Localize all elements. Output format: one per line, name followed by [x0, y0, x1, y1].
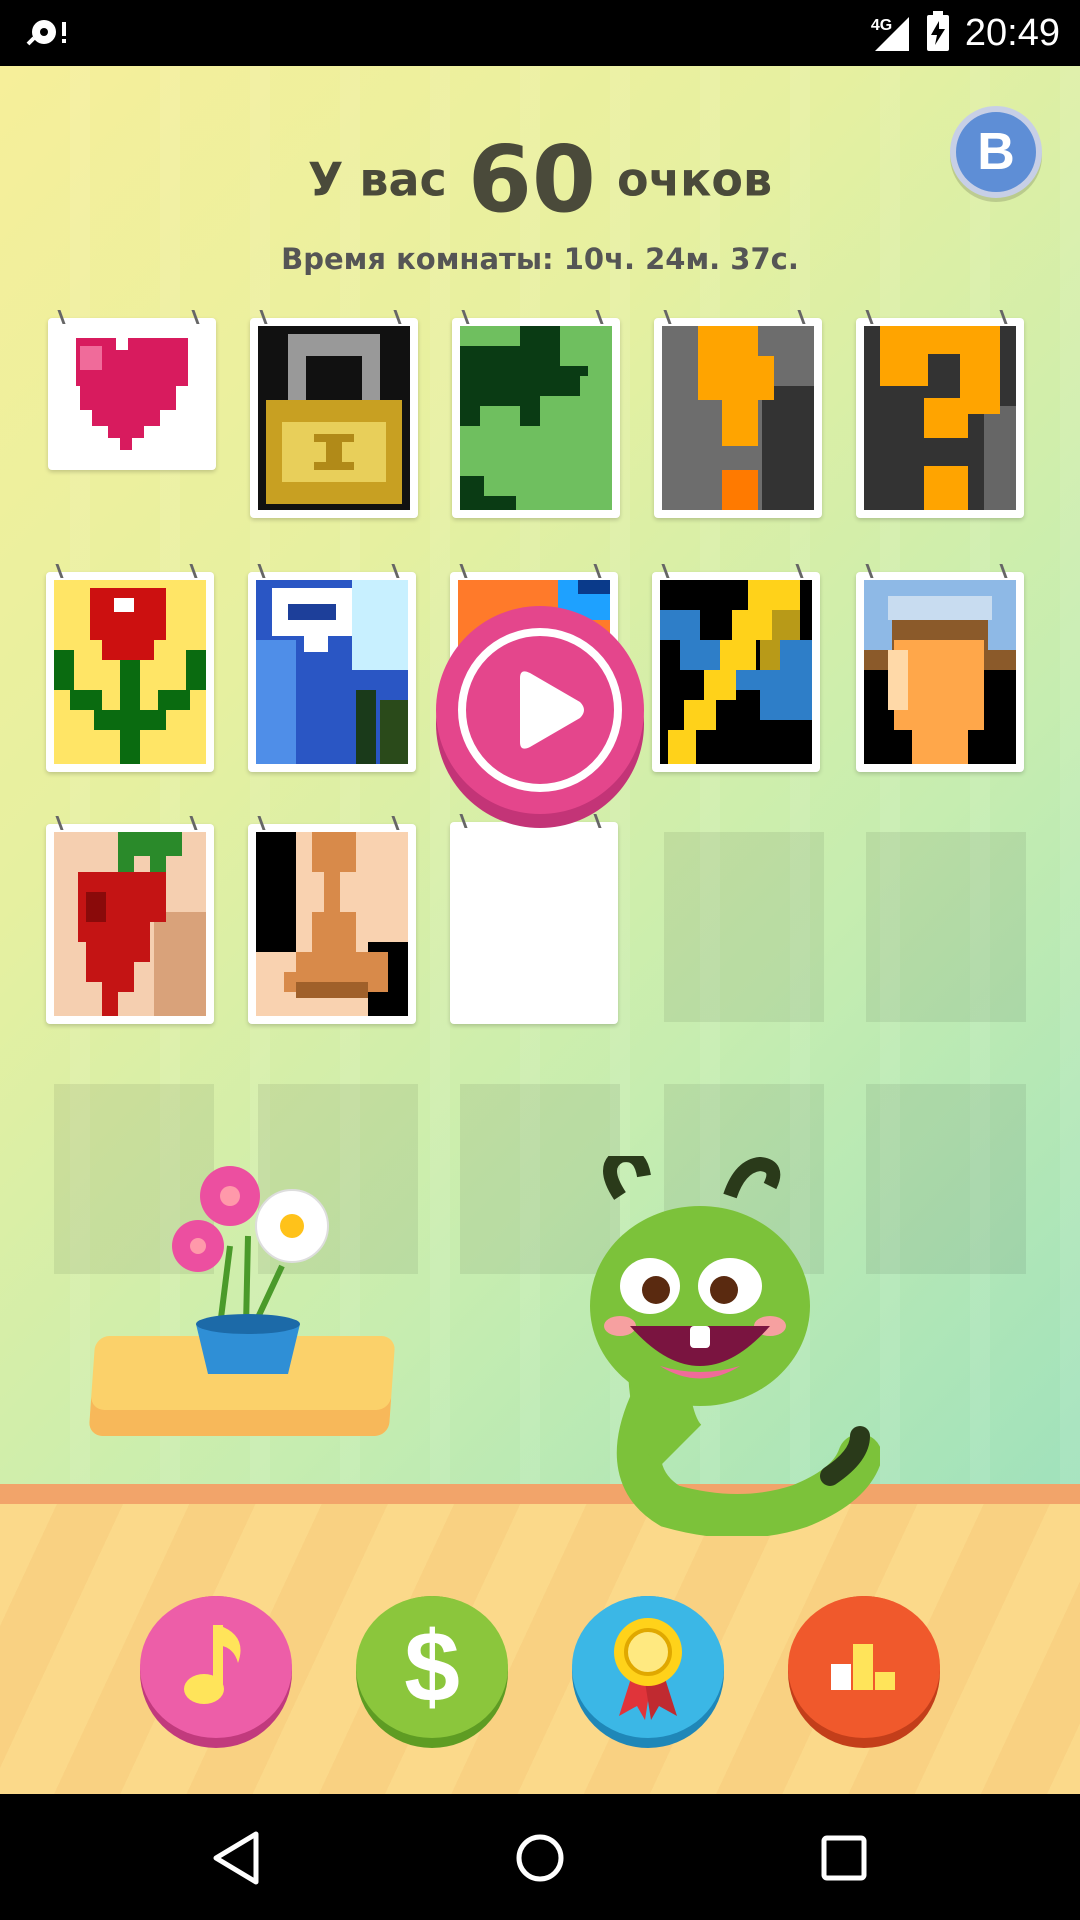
score-value: 60 — [467, 126, 596, 233]
picture-tile-vase[interactable] — [856, 564, 1024, 772]
shop-label: $ — [356, 1596, 508, 1738]
leaderboard-icon — [831, 1644, 895, 1690]
rose-icon — [54, 580, 206, 764]
empty-slot — [866, 1084, 1026, 1274]
picture-tile-rose[interactable] — [46, 564, 214, 772]
lock-icon — [258, 326, 410, 510]
music-button-face — [140, 1596, 292, 1738]
picture-tile-leaf[interactable] — [452, 310, 620, 518]
flower-pot-icon — [172, 1166, 329, 1374]
exclamation-icon — [662, 326, 814, 510]
clock: 20:49 — [964, 11, 1060, 54]
vase-icon — [864, 580, 1016, 764]
chess-pawn-icon — [256, 832, 408, 1016]
blue-shapes-icon — [256, 580, 408, 764]
achievements-button[interactable] — [572, 1596, 724, 1748]
picture-tile-heart[interactable] — [48, 310, 216, 470]
notification-icon — [26, 14, 70, 50]
shop-button[interactable]: $ — [356, 1596, 508, 1748]
status-bar: 4G 20:49 — [0, 0, 1080, 66]
leaderboard-button-face — [788, 1596, 940, 1738]
picture-tile-blank[interactable] — [450, 814, 618, 1024]
score-suffix: очков — [617, 152, 773, 207]
empty-slot — [664, 832, 824, 1022]
music-note-icon — [184, 1625, 241, 1704]
game-room: B У вас 60 очков Время комнаты: 10ч. 24м… — [0, 66, 1080, 1794]
heart-icon — [56, 326, 208, 462]
leaf-icon — [460, 326, 612, 510]
empty-slot — [866, 832, 1026, 1022]
achievements-button-face — [572, 1596, 724, 1738]
picture-tile-lock[interactable] — [250, 310, 418, 518]
leaderboard-button[interactable] — [788, 1596, 940, 1748]
signal-icon: 4G — [871, 13, 911, 53]
lightning-icon — [660, 580, 812, 764]
picture-tile-blue-shapes[interactable] — [248, 564, 416, 772]
floor-edge — [0, 1484, 1080, 1504]
picture-tile-strawberry[interactable] — [46, 816, 214, 1024]
score-display: У вас 60 очков — [0, 126, 1080, 233]
home-icon[interactable] — [508, 1826, 572, 1890]
question-icon — [864, 326, 1016, 510]
picture-tile-lightning[interactable] — [652, 564, 820, 772]
play-button[interactable] — [436, 606, 644, 814]
snake-mascot-icon — [590, 1156, 880, 1536]
room-time: Время комнаты: 10ч. 24м. 37с. — [281, 242, 799, 276]
strawberry-icon — [54, 832, 206, 1016]
recents-icon[interactable] — [812, 1826, 876, 1890]
picture-tile-question[interactable] — [856, 310, 1024, 518]
score-prefix: У вас — [307, 152, 447, 207]
picture-tile-chess-pawn[interactable] — [248, 816, 416, 1024]
battery-icon — [925, 11, 951, 55]
play-icon — [520, 671, 584, 749]
navigation-bar — [0, 1794, 1080, 1920]
back-icon[interactable] — [206, 1826, 270, 1890]
picture-tile-exclamation[interactable] — [654, 310, 822, 518]
music-button[interactable] — [140, 1596, 292, 1748]
award-medal-icon — [614, 1618, 682, 1720]
